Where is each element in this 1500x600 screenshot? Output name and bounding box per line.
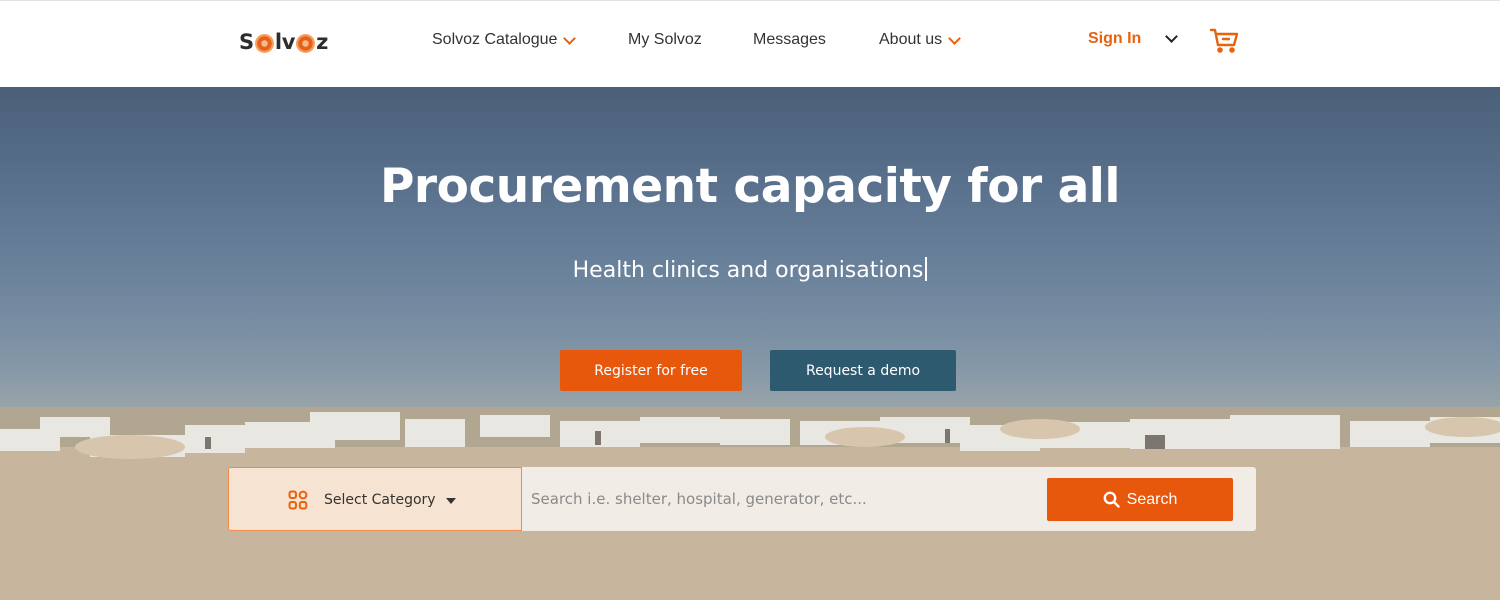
nav-item-about-us[interactable]: About us [879,29,962,51]
logo-text-lv: lv [274,30,296,54]
nav-item-my-solvoz[interactable]: My Solvoz [628,29,702,51]
hero-section: Procurement capacity for all Health clin… [0,87,1500,600]
search-button-label: Search [1126,490,1178,508]
logo-text-z: z [316,30,329,54]
nav-item-messages[interactable]: Messages [753,29,826,51]
search-button[interactable]: Search [1047,478,1233,521]
chevron-down-icon [948,31,962,45]
caret-down-icon [446,498,456,504]
nav-item-catalogue[interactable]: Solvoz Catalogue [432,29,577,51]
chevron-down-icon [563,31,577,45]
request-demo-button[interactable]: Request a demo [770,350,956,391]
nav-item-label: Solvoz Catalogue [432,31,558,48]
solvoz-logo[interactable]: S lv z [239,21,329,57]
typing-caret [925,257,928,281]
category-select-label: Select Category [324,492,436,508]
nav-item-label: About us [879,31,943,48]
cart-icon[interactable] [1209,25,1239,60]
search-icon [1103,491,1120,508]
logo-text-s: S [239,30,254,54]
search-input[interactable] [522,467,1042,531]
hero-subtitle-text: Health clinics and organisations [572,258,924,283]
register-button[interactable]: Register for free [560,350,742,391]
chevron-down-icon[interactable] [1165,30,1178,43]
category-select[interactable]: Select Category [228,467,522,531]
grid-icon [288,490,308,510]
logo-sun-icon [254,33,274,53]
hero-subtitle: Health clinics and organisations [0,257,1500,283]
nav-item-label: My Solvoz [628,31,702,48]
sign-in-link[interactable]: Sign In [1088,30,1141,48]
nav-item-label: Messages [753,31,826,48]
logo-sun-icon [296,33,316,53]
site-header: S lv z Solvoz Catalogue My Solvoz Messag… [0,0,1500,87]
search-bar: Select Category Search [228,467,1256,531]
hero-title: Procurement capacity for all [379,159,1121,214]
